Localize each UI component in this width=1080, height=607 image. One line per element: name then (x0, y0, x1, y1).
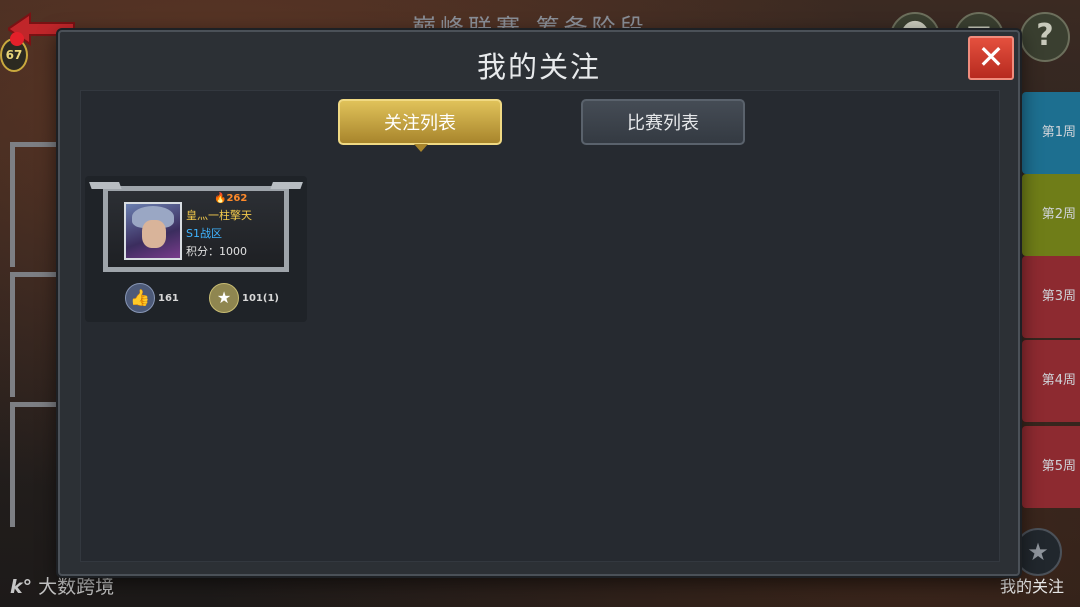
star-icon[interactable]: ★ (209, 283, 239, 313)
left-bracket-3 (10, 402, 59, 527)
left-bracket-2 (10, 272, 59, 397)
watermark: k° 大数跨境 (10, 572, 114, 599)
avatar[interactable] (124, 202, 182, 260)
dialog-content: 关注列表 比赛列表 🔥262 皇灬一柱擎天 S1战区 积分：1000 👍 161… (80, 90, 1000, 562)
help-icon[interactable]: ? (1020, 12, 1070, 62)
week-tab-4[interactable]: 第4周 (1022, 340, 1080, 422)
tab-follow-list[interactable]: 关注列表 (338, 99, 502, 152)
thumbs-up-icon[interactable]: 👍 (125, 283, 155, 313)
player-server: S1战区 (186, 227, 222, 240)
week-tab-3[interactable]: 第3周 (1022, 256, 1080, 338)
heat-value: 262 (226, 193, 248, 204)
likes-stat: 👍 161 (125, 283, 179, 313)
watermark-text: 大数跨境 (38, 576, 115, 598)
favorites-count: 101(1) (242, 292, 279, 304)
close-button[interactable]: ✕ (968, 36, 1014, 80)
my-follow-star-icon[interactable]: ★ (1014, 528, 1062, 576)
week-tab-5[interactable]: 第5周 (1022, 426, 1080, 508)
watermark-logo: k° (10, 576, 33, 598)
player-name: 皇灬一柱擎天 (186, 209, 252, 222)
card-frame: 🔥262 皇灬一柱擎天 S1战区 积分：1000 (103, 186, 289, 272)
tab-match-list[interactable]: 比赛列表 (581, 99, 745, 145)
heat-indicator: 🔥262 (214, 193, 248, 204)
week-tab-2[interactable]: 第2周 (1022, 174, 1080, 256)
my-follow-label[interactable]: 我的关注 (1000, 573, 1064, 597)
week-tab-1[interactable]: 第1周 (1022, 92, 1080, 174)
dialog-title: 我的关注 (476, 50, 601, 84)
my-follow-dialog: 我的关注 ✕ 关注列表 比赛列表 🔥262 皇灬一柱擎天 S1战区 积分：100… (58, 30, 1020, 576)
favorites-stat: ★ 101(1) (209, 283, 279, 313)
likes-count: 161 (158, 292, 179, 304)
player-score: 积分：1000 (186, 245, 247, 258)
followed-player-card[interactable]: 🔥262 皇灬一柱擎天 S1战区 积分：1000 👍 161 ★ 101(1) (85, 176, 307, 322)
left-bracket-1 (10, 142, 59, 267)
notification-dot (10, 32, 24, 46)
